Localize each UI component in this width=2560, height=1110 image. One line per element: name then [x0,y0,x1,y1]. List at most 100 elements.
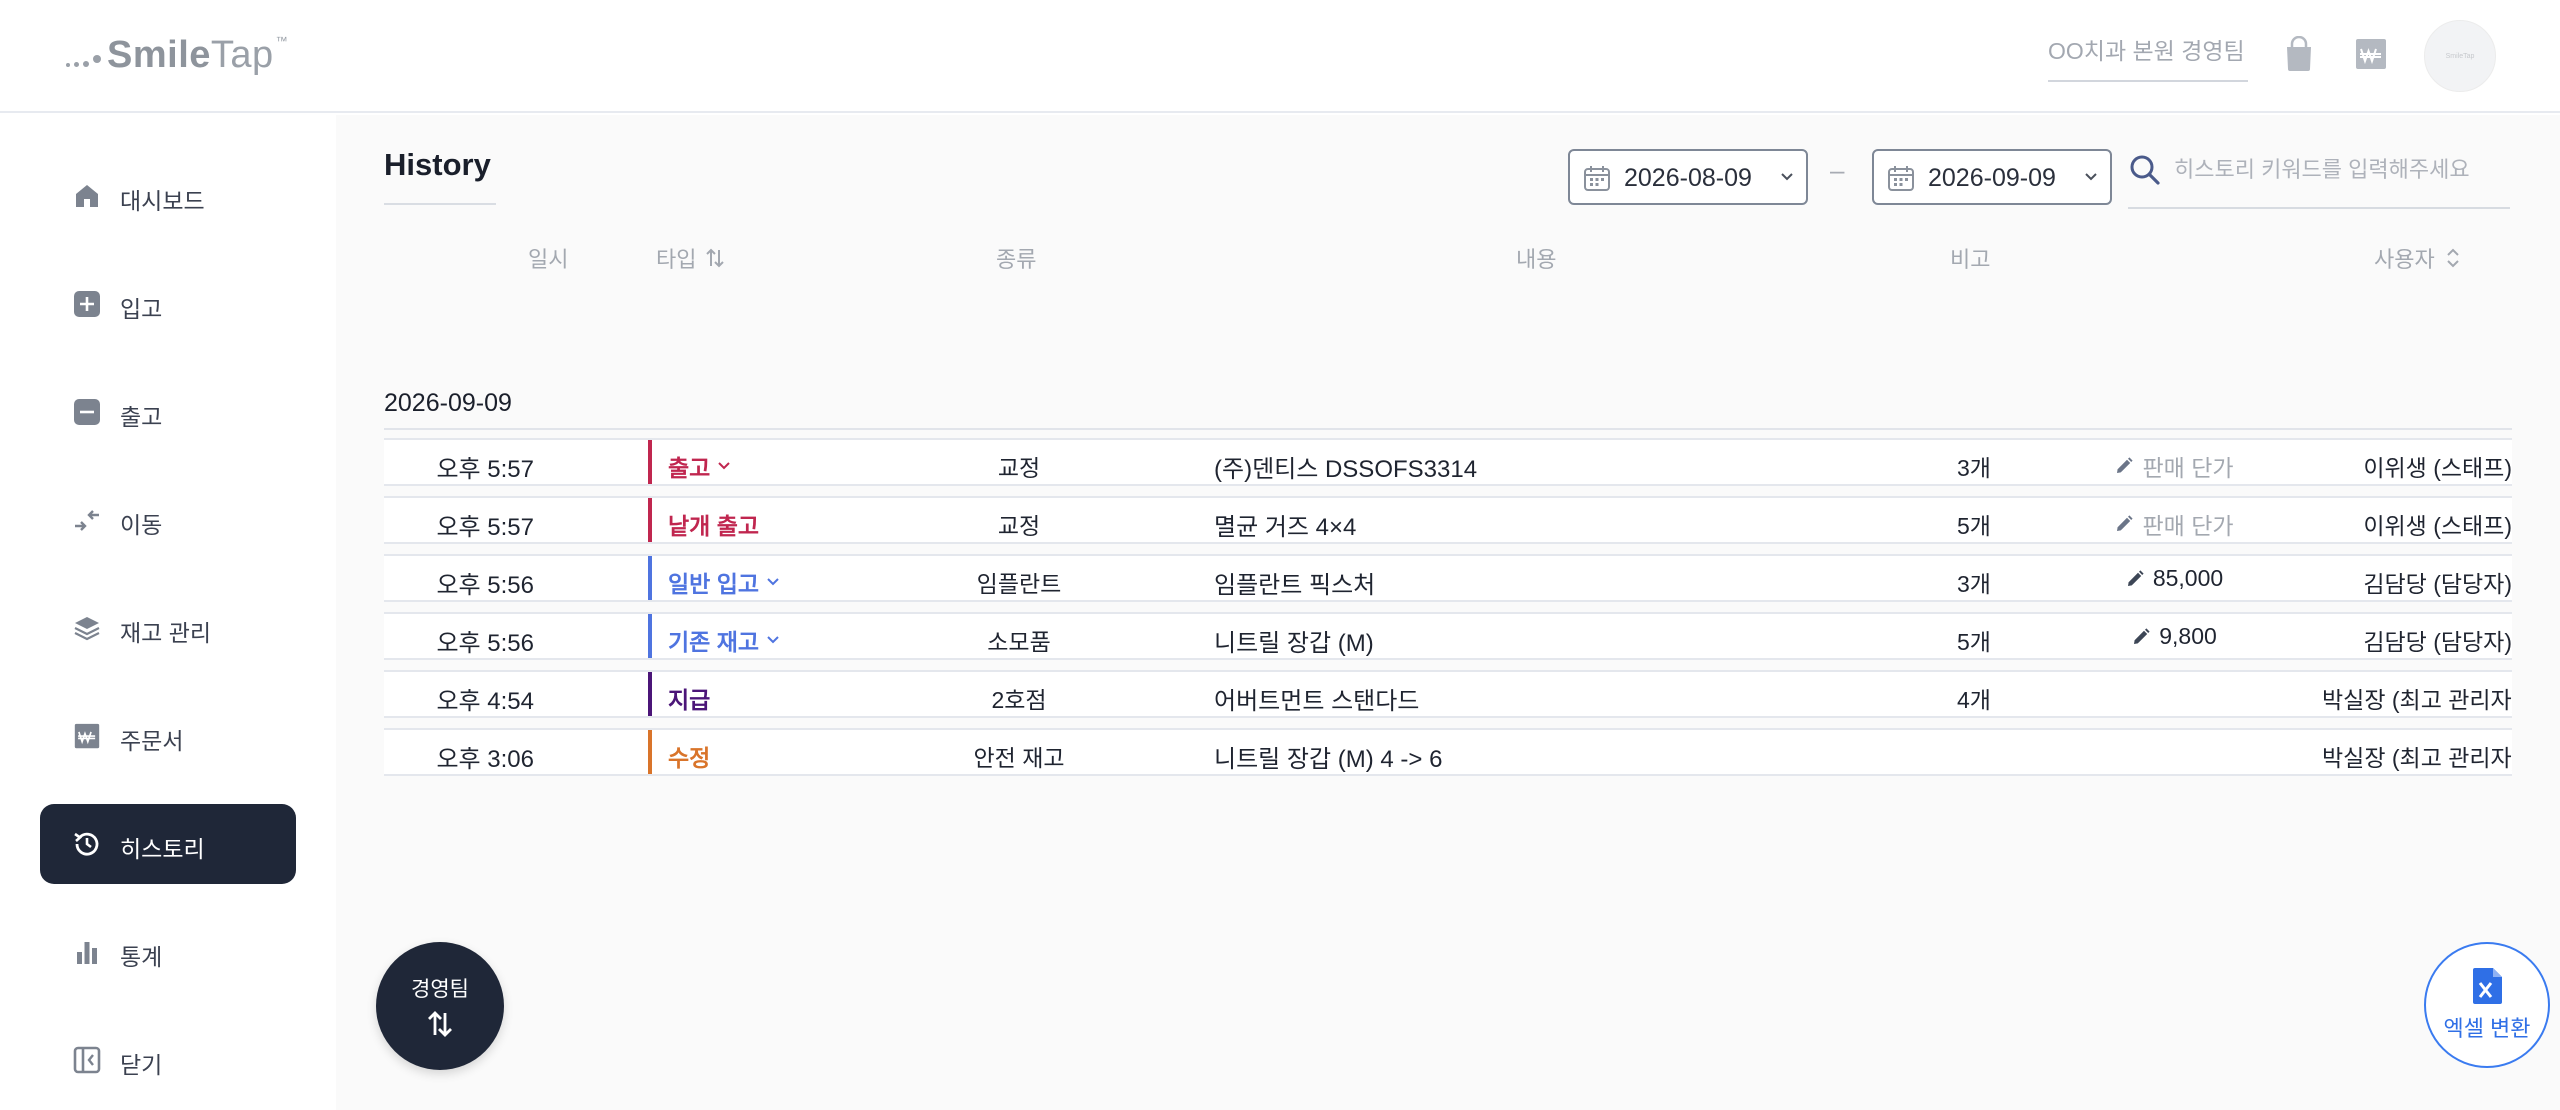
row-note-label: 85,000 [2152,565,2224,591]
table-row[interactable]: 오후 5:57 낱개 출고 교정 멸균 거즈 4×4 5개 판매 단가 이위생 (스태프) [384,496,2512,544]
row-type[interactable]: 일반 입고 [668,565,781,599]
sidebar-item-transfer[interactable]: 이동 [40,480,296,560]
row-type: 낱개 출고 [668,507,759,541]
row-type-label: 출고 [668,455,711,481]
row-time: 오후 5:56 [436,630,534,657]
row-note-label: 9,800 [2159,623,2217,649]
row-type: 수정 [668,739,710,773]
logo-trademark: ™ [275,33,289,48]
column-header-type[interactable]: 타입 [656,242,726,274]
sidebar-item-inbound[interactable]: 입고 [40,264,296,344]
pencil-icon[interactable] [2114,456,2134,476]
calendar-icon [1888,166,1914,191]
row-note[interactable]: 판매 단가 [2074,449,2274,483]
row-content: 어버트먼트 스탠다드 [1214,688,1420,715]
row-category: 교정 [997,455,1041,481]
table-row[interactable]: 오후 5:56 기존 재고 소모품 니트릴 장갑 (M) 5개 9,800 김담당 (담당자… [384,612,2512,660]
bar-chart-icon [72,937,102,967]
row-quantity: 3개 [1957,455,1991,481]
plus-square-icon [72,289,102,319]
team-switch-button[interactable]: 경영팀 [376,942,504,1070]
row-time: 오후 3:06 [436,746,534,773]
shopping-bag-icon[interactable] [2280,34,2318,74]
date-to-picker[interactable]: 2026-09-09 [1872,149,2112,205]
won-order-icon[interactable] [2352,34,2390,74]
row-user: 박실장 (최고 관리자) [2322,745,2512,771]
row-note[interactable]: 85,000 [2074,565,2274,592]
sidebar-item-label: 히스토리 [120,836,205,862]
column-header-label: 사용자 [2374,247,2435,272]
type-color-bar [648,440,652,484]
row-type-label: 기존 재고 [668,629,760,655]
minus-square-icon [72,397,102,427]
excel-export-label: 엑셀 변환 [2443,1016,2531,1041]
chevron-down-icon[interactable] [765,632,781,648]
type-color-bar [648,614,652,658]
table-row[interactable]: 오후 4:54 지급 2호점 어버트먼트 스탠다드 4개 박실장 (최고 관리자) [384,670,2512,718]
sort-arrows-icon[interactable] [704,247,726,269]
row-type[interactable]: 출고 [668,449,732,483]
excel-export-button[interactable]: 엑셀 변환 [2424,942,2550,1068]
search-icon[interactable] [2128,153,2162,187]
search-input[interactable] [2174,153,2504,187]
date-from-value: 2026-08-09 [1624,164,1752,192]
sidebar-item-outbound[interactable]: 출고 [40,372,296,452]
user-avatar[interactable]: SmileTap [2424,20,2496,92]
row-type-label: 수정 [668,745,711,771]
row-category: 안전 재고 [973,745,1065,771]
row-user: 김담당 (담당자) [2363,629,2512,655]
clinic-selector[interactable]: OO치과 본원 경영팀 [2048,32,2248,82]
sidebar-item-label: 닫기 [120,1052,163,1078]
row-note[interactable]: 9,800 [2074,623,2274,650]
logo-dots-icon [66,43,101,67]
date-from-picker[interactable]: 2026-08-09 [1568,149,1808,205]
table-row[interactable]: 오후 5:57 출고 교정 (주)덴티스 DSSOFS3314 3개 판매 단가 이위생 (… [384,438,2512,486]
sidebar-item-inventory[interactable]: 재고 관리 [40,588,296,668]
sidebar-item-statistics[interactable]: 통계 [40,912,296,992]
row-quantity: 3개 [1957,571,1991,597]
main-content: History 2026-08-09 – 2026-09-09 일시 타입 종류… [336,115,2560,1110]
row-type[interactable]: 기존 재고 [668,623,781,657]
pencil-icon[interactable] [2131,627,2151,647]
column-header-user[interactable]: 사용자 [2374,242,2463,274]
row-note[interactable]: 판매 단가 [2074,507,2274,541]
sidebar-item-history[interactable]: 히스토리 [40,804,296,884]
sidebar-item-orders[interactable]: 주문서 [40,696,296,776]
row-note-label: 판매 단가 [2142,513,2234,539]
sidebar-item-label: 재고 관리 [120,620,212,646]
history-icon [72,829,102,859]
chevron-down-icon[interactable] [716,458,732,474]
swap-arrows-icon [428,1011,452,1037]
smiletap-logo[interactable]: SmileTap ™ [66,30,288,80]
row-type-label: 일반 입고 [668,571,760,597]
sidebar-item-close[interactable]: 닫기 [40,1020,296,1100]
row-quantity: 5개 [1957,629,1991,655]
table-row[interactable]: 오후 5:56 일반 입고 임플란트 임플란트 픽스처 3개 85,000 김담당 (담당자… [384,554,2512,602]
logo-main-text: Smile [107,33,211,76]
row-quantity: 4개 [1957,687,1991,713]
pencil-icon[interactable] [2114,514,2134,534]
row-type: 지급 [668,681,710,715]
sidebar-item-label: 입고 [120,296,163,322]
row-time: 오후 5:57 [436,456,534,483]
sort-chevrons-icon[interactable] [2443,246,2463,270]
sidebar-item-dashboard[interactable]: 대시보드 [40,156,296,236]
row-content: 멸균 거즈 4×4 [1214,514,1357,541]
top-header: SmileTap ™ OO치과 본원 경영팀 SmileTap [0,0,2560,113]
column-header-label: 타입 [656,247,697,272]
row-content: (주)덴티스 DSSOFS3314 [1214,456,1478,483]
chevron-down-icon[interactable] [765,574,781,590]
column-header-category: 종류 [996,242,1036,274]
pencil-icon[interactable] [2125,569,2145,589]
table-row[interactable]: 오후 3:06 수정 안전 재고 니트릴 장갑 (M) 4 -> 6 박실장 (최고 관… [384,728,2512,776]
sidebar-item-label: 이동 [120,512,163,538]
type-color-bar [648,672,652,716]
sidebar-item-label: 통계 [120,944,163,970]
row-user: 이위생 (스태프) [2363,513,2512,539]
layers-icon [72,613,102,643]
logo-sub-text: Tap [210,33,274,76]
row-category: 임플란트 [976,571,1062,597]
row-content: 임플란트 픽스처 [1214,572,1376,599]
collapse-sidebar-icon [72,1045,102,1075]
row-user: 김담당 (담당자) [2363,571,2512,597]
